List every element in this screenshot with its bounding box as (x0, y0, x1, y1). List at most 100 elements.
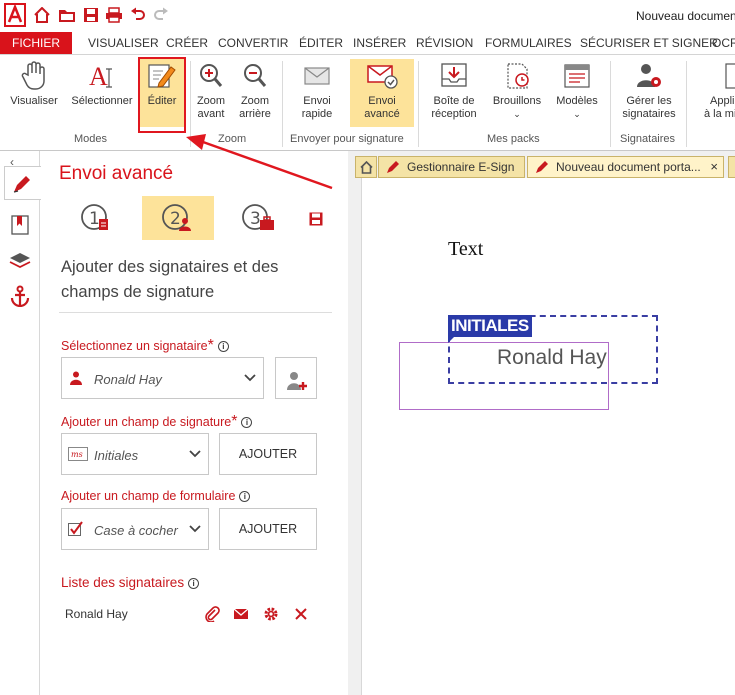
paperclip-icon[interactable] (204, 606, 220, 622)
tab-editer[interactable]: ÉDITER (299, 32, 343, 54)
group-separator (610, 61, 611, 147)
redo-icon[interactable] (152, 6, 170, 24)
group-separator (282, 61, 283, 147)
anchor-icon[interactable] (8, 284, 32, 308)
text-cursor-icon: A (68, 61, 136, 91)
info-icon[interactable]: i (239, 491, 251, 502)
add-form-field-label-text: Ajouter un champ de formulaire (61, 489, 236, 503)
add-form-field-label: Ajouter un champ de formulaire i (61, 489, 251, 503)
tab-nouveau-document[interactable]: Nouveau document porta... × (527, 156, 724, 178)
tab-creer[interactable]: CRÉER (166, 32, 208, 54)
gear-icon[interactable] (263, 606, 279, 622)
appliquer-button[interactable]: Appli à la mise (694, 61, 735, 121)
signers-gear-icon (618, 61, 680, 91)
add-form-field-button[interactable]: AJOUTER (219, 508, 317, 550)
boite-label-1: Boîte de (433, 95, 475, 107)
drafts-icon (488, 61, 546, 91)
step-2[interactable]: 2 (142, 196, 214, 240)
tab-formulaires[interactable]: FORMULAIRES (485, 32, 572, 54)
app-logo-icon[interactable] (4, 3, 26, 27)
selectionner-button[interactable]: A Sélectionner (68, 61, 136, 108)
group-zoom-label: Zoom (218, 133, 247, 145)
signature-field-value: Initiales (94, 448, 139, 463)
tab-securiser-et-signer[interactable]: SÉCURISER ET SIGNER (580, 32, 718, 54)
step-2-icon: 2 (162, 204, 191, 231)
layers-icon[interactable] (8, 249, 32, 273)
tab-ocr[interactable]: OCR (712, 32, 735, 54)
zoom-out-icon (235, 61, 275, 91)
print-icon[interactable] (105, 6, 123, 24)
close-icon[interactable] (293, 606, 309, 622)
document-area: Gestionnaire E-Sign Nouveau document por… (348, 151, 735, 695)
add-signature-field-button[interactable]: AJOUTER (219, 433, 317, 475)
home-tab[interactable] (355, 156, 377, 178)
templates-icon (552, 61, 602, 91)
tab-convertir[interactable]: CONVERTIR (218, 32, 288, 54)
selectionner-label: Sélectionner (71, 95, 133, 107)
tab-fichier[interactable]: FICHIER (0, 32, 72, 54)
appliquer-label-1: Appli (710, 95, 735, 107)
envoi-avance-label-2: avancé (364, 108, 400, 120)
tab-close-icon[interactable]: × (710, 157, 718, 177)
undo-icon[interactable] (129, 6, 147, 24)
step-1[interactable]: 1 (61, 196, 133, 240)
group-envoyer-label: Envoyer pour signature (290, 133, 404, 145)
visualiser-button[interactable]: Visualiser (6, 61, 62, 108)
zoom-avant-label-2: avant (197, 108, 225, 120)
modeles-label: Modèles (556, 95, 598, 107)
info-icon[interactable]: i (241, 417, 253, 428)
initials-icon: ms (68, 447, 88, 464)
envoi-rapide-label-1: Envoi (303, 95, 331, 107)
tab-gestionnaire-esign[interactable]: Gestionnaire E-Sign (378, 156, 525, 178)
modeles-chevron-down-icon: ⌄ (573, 109, 581, 119)
tab-revision[interactable]: RÉVISION (416, 32, 473, 54)
select-signer-label-text: Sélectionnez un signataire (61, 339, 208, 353)
envoi-avance-button[interactable]: Envoi avancé (350, 59, 414, 127)
tab-gestionnaire-esign-label: Gestionnaire E-Sign (407, 160, 515, 174)
boite-reception-button[interactable]: Boîte de réception (426, 61, 482, 121)
apply-icon (710, 61, 735, 91)
left-icon-strip: ‹ (0, 151, 40, 695)
group-separator (418, 61, 419, 147)
boite-label-2: réception (431, 108, 477, 120)
chevron-down-icon (243, 370, 257, 384)
esign-strip-tab[interactable] (4, 166, 42, 200)
svg-text:ms: ms (71, 450, 83, 459)
svg-text:A: A (89, 62, 108, 91)
envoi-avance-label-1: Envoi (368, 95, 396, 107)
home-icon[interactable] (33, 6, 51, 24)
signer-select[interactable]: Ronald Hay (61, 357, 264, 399)
mail-advanced-icon (350, 61, 414, 91)
brouillons-button[interactable]: Brouillons ⌄ (488, 61, 546, 121)
info-icon[interactable]: i (217, 341, 229, 352)
ribbon-tabs: FICHIER VISUALISER CRÉER CONVERTIR ÉDITE… (0, 32, 735, 55)
zoom-arriere-button[interactable]: Zoom arrière (235, 61, 275, 121)
form-field-select[interactable]: Case à cocher (61, 508, 209, 550)
group-signataires-label: Signataires (620, 133, 676, 145)
brouillons-label: Brouillons (492, 95, 542, 107)
svg-text:2: 2 (170, 209, 181, 229)
title-bar: Nouveau document p (0, 0, 735, 32)
panel-save-icon[interactable] (309, 212, 323, 229)
modeles-button[interactable]: Modèles ⌄ (552, 61, 602, 121)
hand-icon (6, 61, 62, 91)
tab-inserer[interactable]: INSÉRER (353, 32, 406, 54)
zoom-avant-button[interactable]: Zoom avant (192, 61, 230, 121)
envoi-rapide-button[interactable]: Envoi rapide (292, 61, 342, 121)
tab-overflow[interactable] (728, 156, 735, 178)
step-3[interactable]: 3 (223, 196, 295, 240)
mail-icon[interactable] (233, 606, 249, 622)
tab-visualiser[interactable]: VISUALISER (88, 32, 159, 54)
add-signer-button[interactable] (275, 357, 317, 399)
gerer-label-1: Gérer les (626, 95, 672, 107)
step-3-icon: 3 (242, 204, 274, 230)
folder-icon[interactable] (58, 6, 76, 24)
save-icon[interactable] (82, 6, 100, 24)
gerer-signataires-button[interactable]: Gérer les signataires (618, 61, 680, 121)
signature-field-select[interactable]: ms Initiales (61, 433, 209, 475)
esign-pen-icon (385, 159, 401, 177)
group-modes-label: Modes (74, 133, 108, 145)
bookmark-icon[interactable] (8, 213, 32, 237)
info-icon[interactable]: i (188, 578, 200, 589)
tab-nouveau-document-label: Nouveau document porta... (556, 160, 701, 174)
